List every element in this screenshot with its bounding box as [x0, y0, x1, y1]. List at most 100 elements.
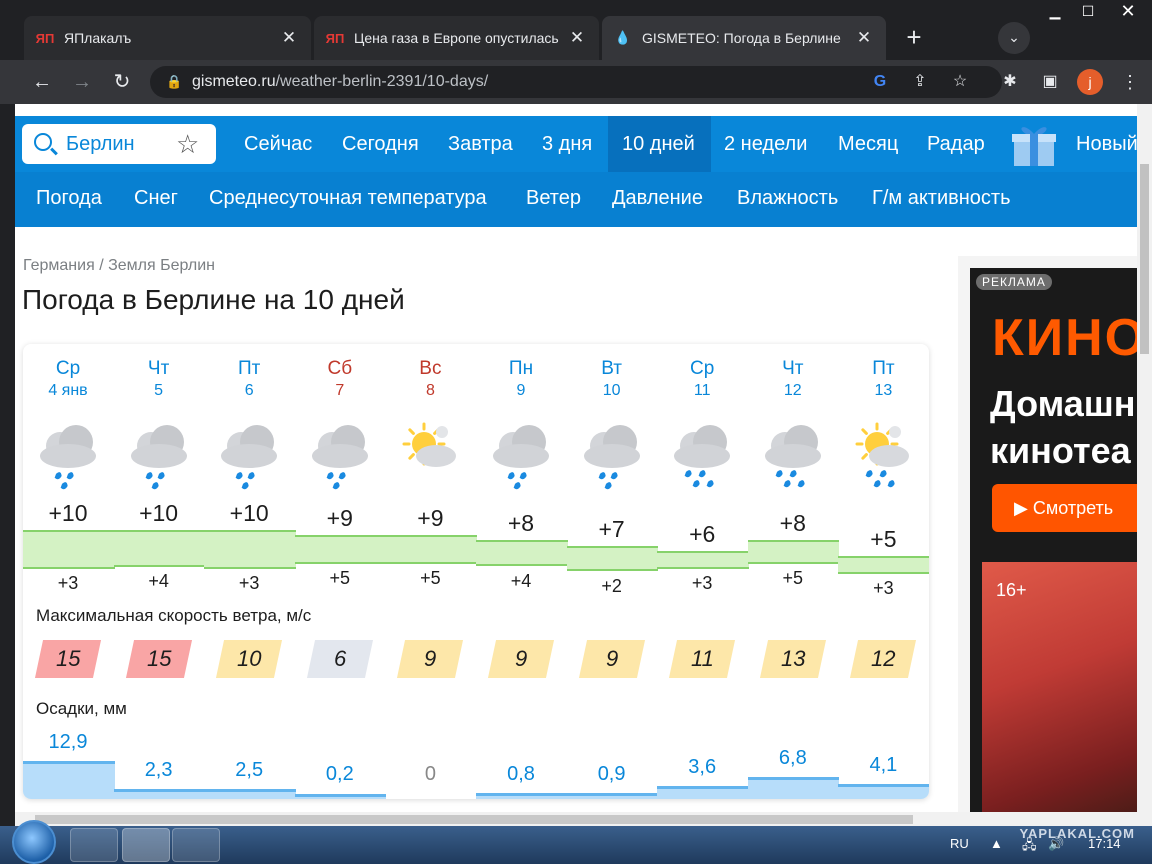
menu-icon[interactable]: ⋮: [1118, 70, 1142, 94]
age-rating: 16+: [996, 580, 1027, 600]
reload-icon[interactable]: ↻: [108, 68, 136, 96]
day-header[interactable]: Чт 5: [114, 358, 204, 400]
day-header[interactable]: Пн 9: [476, 358, 566, 400]
day-of-week: Вс: [419, 358, 442, 379]
wind-speed-badge: 11: [669, 640, 736, 678]
wind-speed-badge: 12: [850, 640, 917, 678]
precipitation-bar: [657, 785, 749, 799]
temp-max: +5: [870, 526, 897, 552]
temp-max: +8: [507, 510, 535, 537]
back-icon[interactable]: ←: [28, 68, 56, 96]
temp-min: +3: [57, 573, 79, 593]
scrollbar-thumb[interactable]: [1140, 164, 1149, 354]
minimize-button[interactable]: ▁: [1042, 0, 1068, 22]
day-header[interactable]: Сб 7: [295, 358, 385, 400]
day-of-week: Пн: [508, 358, 534, 379]
day-header[interactable]: Пт 6: [204, 358, 294, 400]
cloud-rain-icon: [583, 425, 640, 490]
nav-2-weeks[interactable]: 2 недели: [710, 116, 821, 172]
subnav-humidity[interactable]: Влажность: [737, 172, 838, 224]
nav-now[interactable]: Сейчас: [230, 116, 326, 172]
ad-watch-button[interactable]: ▶ Смотреть: [992, 484, 1137, 532]
precipitation-value: 2,5: [235, 758, 264, 781]
breadcrumb-country[interactable]: Германия: [23, 257, 95, 274]
favorite-star-icon[interactable]: ☆: [176, 124, 199, 164]
wind-speed-value: 9: [605, 646, 618, 671]
header-decoration: [15, 104, 1137, 116]
side-panel-icon[interactable]: ▣: [1038, 70, 1062, 94]
precipitation-bar: [204, 788, 296, 799]
wind-speed-value: 15: [146, 646, 171, 671]
day-of-week: Ср: [690, 358, 715, 379]
close-icon[interactable]: ✕: [567, 28, 587, 48]
chrome-icon[interactable]: [122, 828, 170, 862]
temp-min: +5: [420, 568, 441, 588]
nav-new-year[interactable]: Новый: [1062, 116, 1137, 172]
subnav-snow[interactable]: Снег: [134, 172, 178, 224]
start-button[interactable]: [12, 820, 56, 864]
bookmark-star-icon[interactable]: ☆: [948, 70, 972, 94]
new-tab-button[interactable]: +: [900, 24, 928, 52]
nav-3-days[interactable]: 3 дня: [528, 116, 606, 172]
tab-yaplakal[interactable]: ЯП ЯПлакалъ ✕: [24, 16, 311, 60]
nav-month[interactable]: Месяц: [824, 116, 912, 172]
day-header[interactable]: Чт 12: [748, 358, 838, 400]
ad-label: РЕКЛАМА: [976, 274, 1052, 290]
nav-tomorrow[interactable]: Завтра: [434, 116, 527, 172]
lock-icon: 🔒: [166, 74, 183, 89]
subnav-wind[interactable]: Ветер: [526, 172, 581, 224]
day-date: 13: [874, 382, 893, 399]
day-header[interactable]: Ср 4 янв: [23, 358, 113, 400]
nav-radar[interactable]: Радар: [913, 116, 999, 172]
temp-max: +9: [417, 505, 444, 532]
city-search[interactable]: Берлин ☆: [22, 124, 216, 164]
close-icon[interactable]: ✕: [279, 28, 299, 48]
main-navigation: Берлин ☆ Сейчас Сегодня Завтра 3 дня 10 …: [15, 116, 1137, 172]
tab-gismeteo[interactable]: 💧 GISMETEO: Погода в Берлине ✕: [602, 16, 886, 60]
scrollbar-thumb[interactable]: [35, 815, 913, 824]
day-header[interactable]: Пт 13: [838, 358, 928, 400]
subnav-geomagnetic[interactable]: Г/м активность: [872, 172, 1011, 224]
temp-min: +4: [510, 570, 532, 591]
day-header[interactable]: Вс 8: [385, 358, 475, 400]
gift-icon[interactable]: [1008, 122, 1062, 168]
tab-search-button[interactable]: ⌄: [998, 22, 1030, 54]
cloud-rain-icon: [311, 425, 368, 490]
horizontal-scrollbar[interactable]: [15, 812, 1137, 826]
forward-icon[interactable]: →: [68, 68, 96, 96]
maximize-button[interactable]: ☐: [1075, 0, 1101, 22]
day-date: 11: [693, 382, 711, 399]
vertical-scrollbar[interactable]: [1137, 104, 1152, 826]
nav-10-days[interactable]: 10 дней: [608, 116, 711, 172]
temp-min: +4: [148, 570, 169, 591]
nav-today[interactable]: Сегодня: [328, 116, 433, 172]
close-icon[interactable]: ✕: [854, 28, 874, 48]
day-header[interactable]: Ср 11: [657, 358, 747, 400]
ad-line-1: Домашн: [990, 383, 1136, 424]
temperature-band: [204, 530, 296, 569]
app-window-icon[interactable]: [172, 828, 220, 862]
day-header[interactable]: Вт 10: [567, 358, 657, 400]
precipitation-value: 0,2: [325, 763, 354, 785]
temp-max: +10: [139, 500, 179, 526]
google-icon[interactable]: G: [868, 70, 892, 94]
day-date: 10: [602, 382, 621, 399]
close-window-button[interactable]: ✕: [1108, 0, 1148, 22]
temperature-band: [566, 545, 659, 572]
ad-banner[interactable]: РЕКЛАМА КИНО Домашн кинотеа ▶ Смотреть 1…: [970, 268, 1137, 826]
breadcrumb-region[interactable]: Земля Берлин: [108, 257, 215, 274]
profile-avatar[interactable]: j: [1077, 69, 1103, 95]
day-of-week: Ср: [55, 358, 81, 379]
subnav-weather[interactable]: Погода: [36, 172, 102, 224]
subnav-avg-temperature[interactable]: Среднесуточная температура: [209, 172, 487, 224]
sub-navigation: Погода Снег Среднесуточная температура В…: [15, 172, 1137, 227]
share-icon[interactable]: ⇪: [908, 70, 932, 94]
language-indicator[interactable]: RU: [950, 836, 969, 851]
subnav-pressure[interactable]: Давление: [612, 172, 703, 224]
day-date: 9: [516, 382, 526, 399]
day-of-week: Сб: [327, 358, 353, 379]
precipitation-value: 6,8: [778, 747, 807, 770]
explorer-icon[interactable]: [70, 828, 118, 862]
tab-gas-news[interactable]: ЯП Цена газа в Европе опустилась ✕: [314, 16, 599, 60]
extensions-icon[interactable]: ✱: [998, 70, 1022, 94]
